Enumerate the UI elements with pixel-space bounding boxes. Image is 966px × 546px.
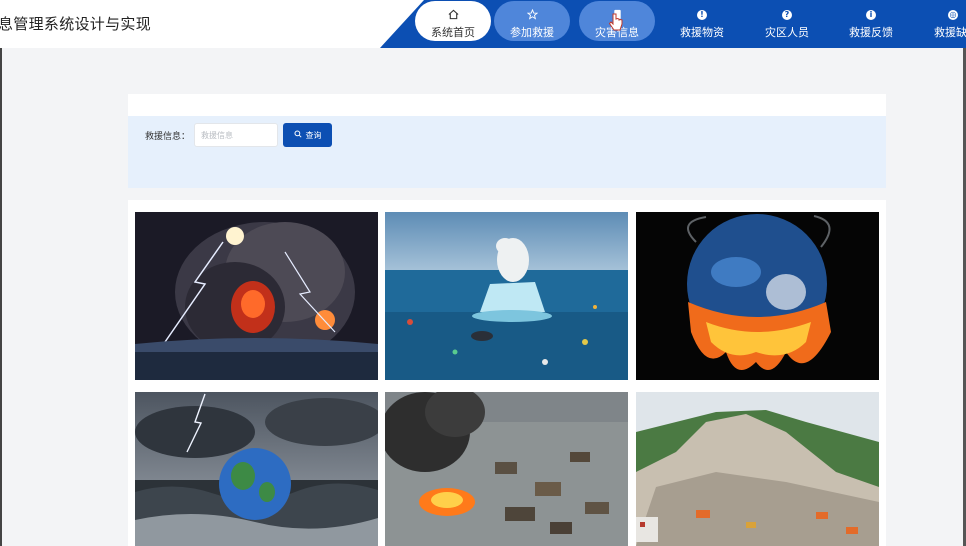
nav-label: 救援反馈: [849, 26, 893, 39]
nav-item-rescue-feedback[interactable]: i 救援反馈: [831, 0, 911, 48]
search-button[interactable]: 查询: [283, 123, 332, 147]
nav-item-join-rescue[interactable]: 参加救援: [492, 0, 572, 48]
nav-label: 灾区人员: [765, 26, 809, 39]
nav-item-rescue-more[interactable]: ◎ 救援缺: [915, 0, 966, 48]
nav-item-rescue-supplies[interactable]: ! 救援物资: [662, 0, 742, 48]
burning-flood-image[interactable]: [385, 392, 628, 546]
info-dot-icon: !: [697, 8, 707, 21]
search-icon: [293, 130, 302, 140]
nav-label: 救援物资: [680, 26, 724, 39]
search-button-label: 查询: [305, 130, 322, 140]
melting-earth-image[interactable]: [636, 212, 879, 380]
nav-item-disaster-people[interactable]: ? 灾区人员: [747, 0, 827, 48]
panel-header: [128, 94, 886, 116]
info-dot-icon: i: [866, 8, 876, 21]
polar-bear-iceberg-image[interactable]: [385, 212, 628, 380]
nav-label: 救援缺: [934, 26, 966, 39]
search-input[interactable]: [194, 123, 278, 147]
search-label: 救援信息：: [145, 132, 191, 142]
nav-item-home[interactable]: 系统首页: [413, 0, 493, 48]
pointer-cursor-icon: [608, 13, 623, 31]
home-icon: [448, 8, 459, 21]
nav-item-disaster-info[interactable]: 灾害信息: [577, 0, 657, 48]
star-icon: [526, 8, 538, 21]
landslide-image[interactable]: [636, 392, 879, 546]
gear-icon: ◎: [948, 9, 958, 20]
nav-label: 系统首页: [431, 26, 475, 39]
earth-storm-sea-image[interactable]: [135, 392, 378, 546]
search-bar: 救援信息： 查询: [128, 116, 886, 188]
nav-label: 参加救援: [510, 26, 554, 39]
app-title: 息管理系统设计与实现: [0, 15, 152, 33]
window-edge: [0, 48, 2, 546]
help-dot-icon: ?: [782, 8, 792, 21]
volcano-lightning-image[interactable]: [135, 212, 378, 380]
header: 息管理系统设计与实现 系统首页 参加救援 灾害信息 ! 救援物资 ? 灾区人员 …: [0, 0, 966, 48]
